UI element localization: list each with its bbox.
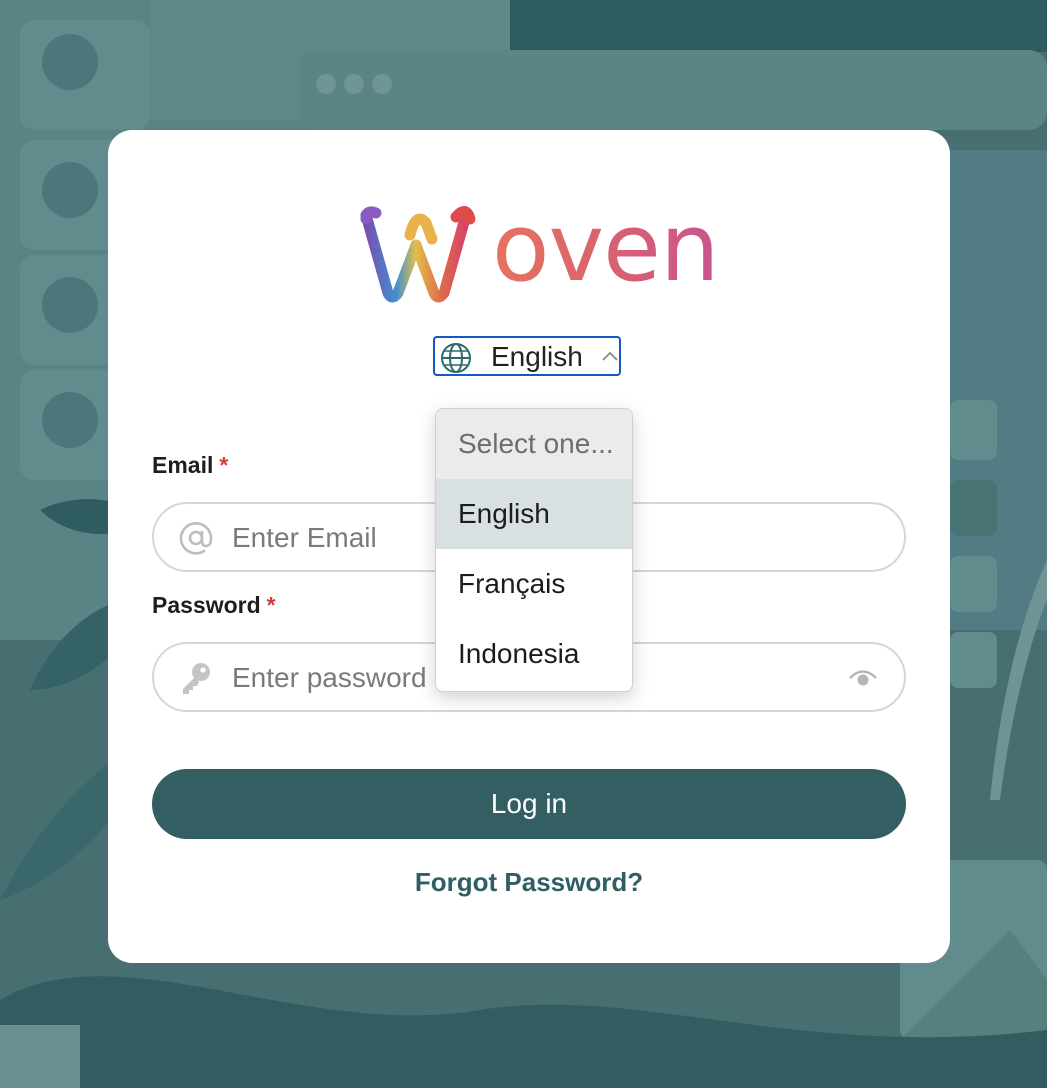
- at-icon: [179, 522, 213, 555]
- required-mark: *: [219, 452, 229, 478]
- language-dropdown-menu: Select one... English Français Indonesia: [435, 408, 633, 692]
- login-button[interactable]: Log in: [152, 769, 906, 839]
- woven-logo: oven: [358, 199, 720, 305]
- brand-name: oven: [492, 194, 720, 303]
- woven-w-mark: [360, 206, 476, 303]
- key-icon: [183, 663, 210, 694]
- language-option-francais[interactable]: Français: [436, 549, 632, 619]
- language-option-placeholder: Select one...: [436, 409, 632, 479]
- forgot-password-link[interactable]: Forgot Password?: [108, 867, 950, 898]
- language-option-indonesia[interactable]: Indonesia: [436, 619, 632, 689]
- password-label-text: Password: [152, 592, 261, 618]
- globe-icon: [441, 343, 471, 373]
- password-label: Password *: [152, 592, 276, 619]
- chevron-up-icon: [602, 351, 618, 361]
- email-label-text: Email: [152, 452, 214, 478]
- language-option-english[interactable]: English: [436, 479, 632, 549]
- language-selector[interactable]: English: [433, 336, 621, 376]
- required-mark: *: [266, 592, 276, 618]
- language-selector-value: English: [491, 341, 583, 372]
- email-label: Email *: [152, 452, 228, 479]
- eye-icon[interactable]: [848, 666, 878, 690]
